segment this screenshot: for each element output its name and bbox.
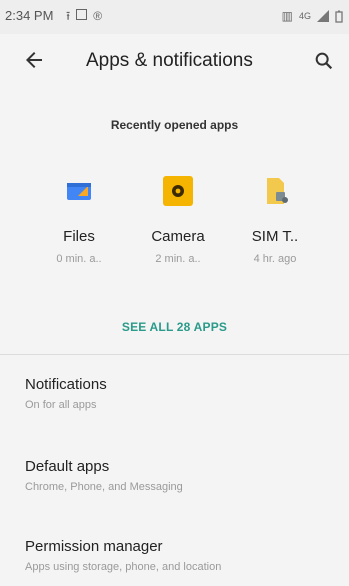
page-title: Apps & notifications (86, 50, 253, 71)
app-name: Camera (151, 228, 205, 245)
app-name: SIM T.. (251, 228, 299, 245)
setting-title: Notifications (25, 376, 107, 393)
status-system-icons: ▥ 4G (282, 9, 343, 23)
setting-title: Default apps (25, 458, 110, 475)
battery-icon (335, 10, 343, 23)
recent-app-camera[interactable]: Camera 2 min. a.. (133, 174, 223, 265)
files-app-icon (62, 174, 96, 208)
divider (0, 354, 349, 355)
app-last-used: 2 min. a.. (155, 253, 201, 265)
upload-icon: ⭱ (66, 9, 71, 23)
app-name: Files (63, 228, 95, 245)
status-bar: 2:34 PM ⭱ ® ▥ 4G (0, 0, 349, 34)
status-notification-icons: ⭱ ® (66, 9, 102, 23)
network-type: 4G (298, 11, 311, 21)
setting-title: Permission manager (25, 538, 163, 555)
screenshot-icon (76, 9, 88, 20)
status-time: 2:34 PM (5, 8, 54, 23)
recent-app-sim-toolkit[interactable]: SIM T.. 4 hr. ago (230, 174, 320, 265)
setting-subtitle: On for all apps (25, 399, 97, 411)
signal-icon (317, 10, 329, 22)
arrow-back-icon[interactable] (22, 48, 46, 72)
setting-subtitle: Apps using storage, phone, and location (25, 561, 222, 573)
see-all-apps-button[interactable]: SEE ALL 28 APPS (0, 320, 349, 334)
vibrate-icon: ▥ (281, 9, 293, 23)
camera-app-icon (161, 174, 195, 208)
search-icon[interactable] (313, 50, 335, 72)
app-last-used: 0 min. a.. (56, 253, 102, 265)
setting-permission-manager[interactable]: Permission manager Apps using storage, p… (25, 538, 335, 573)
setting-default-apps[interactable]: Default apps Chrome, Phone, and Messagin… (25, 458, 335, 493)
setting-notifications[interactable]: Notifications On for all apps (25, 376, 335, 411)
setting-subtitle: Chrome, Phone, and Messaging (25, 481, 183, 493)
settings-notification-icon: ® (93, 9, 103, 23)
app-bar: Apps & notifications (0, 34, 349, 90)
recent-apps-header: Recently opened apps (110, 118, 239, 132)
sim-toolkit-app-icon (258, 174, 292, 208)
app-last-used: 4 hr. ago (253, 253, 297, 265)
recent-app-files[interactable]: Files 0 min. a.. (34, 174, 124, 265)
